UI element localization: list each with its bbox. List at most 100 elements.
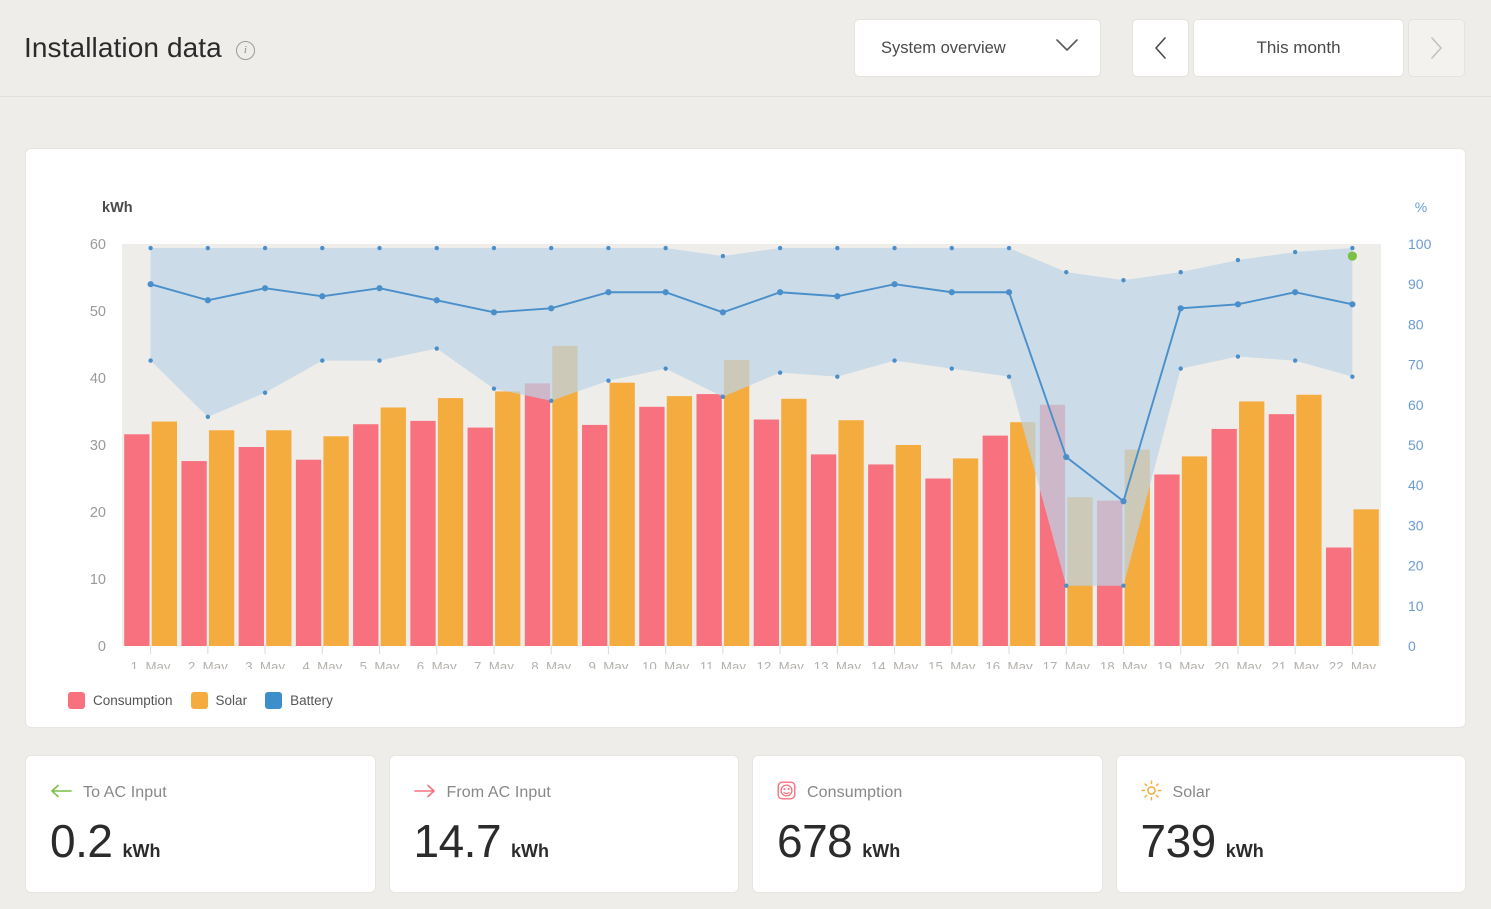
battery-avg-point (605, 289, 612, 296)
solar-bar (380, 407, 406, 646)
legend-item-solar[interactable]: Solar (190, 692, 248, 709)
x-axis-label: 1. May (131, 659, 171, 669)
next-period-button[interactable] (1408, 19, 1465, 77)
system-overview-select[interactable]: System overview (854, 19, 1101, 77)
x-axis-label: 14. May (871, 659, 919, 669)
battery-max-point (377, 245, 382, 251)
battery-min-point (1121, 583, 1126, 588)
battery-max-point (1121, 277, 1126, 283)
y2-axis-tick: 20 (1408, 558, 1424, 574)
previous-period-button[interactable] (1132, 19, 1189, 77)
battery-max-point (1235, 257, 1241, 263)
arrow-left-icon (51, 784, 72, 797)
battery-avg-point (662, 289, 669, 296)
y2-axis-tick: 100 (1408, 236, 1432, 252)
solar-bar (266, 430, 292, 646)
stat-card-value: 739 (1140, 815, 1217, 867)
x-axis-label: 15. May (928, 659, 976, 669)
solar-bar (952, 458, 979, 646)
battery-max-point (205, 245, 211, 251)
battery-avg-point (433, 297, 440, 304)
battery-avg-point (376, 285, 383, 292)
x-axis-label: 20. May (1214, 659, 1262, 669)
battery-max-point (663, 245, 668, 251)
y2-axis-tick: 10 (1408, 598, 1424, 614)
x-axis-label: 5. May (360, 659, 400, 669)
stat-card-value: 14.7 (413, 815, 502, 867)
consumption-bar (1325, 547, 1352, 646)
battery-avg-point (548, 305, 555, 312)
info-icon[interactable]: i (235, 40, 255, 60)
battery-max-point (835, 245, 840, 251)
battery-min-point (491, 386, 497, 391)
y2-axis-tick: 50 (1408, 437, 1424, 453)
battery-min-point (1178, 366, 1183, 371)
solar-bar (1296, 394, 1322, 646)
installation-chart[interactable]: kWh % 0 10 20 30 40 50 60 0 10 20 30 40 50 60 70 80 90 100 1… (26, 149, 1465, 669)
x-axis-label: 17. May (1043, 659, 1091, 669)
stat-card-from-ac-input[interactable]: From AC Input 14.7 kWh (388, 755, 739, 893)
x-axis-label: 12. May (756, 659, 804, 669)
y2-axis-tick: 30 (1408, 517, 1424, 533)
battery-max-point (777, 245, 783, 251)
chevron-down-icon (1056, 39, 1078, 57)
battery-min-point (1350, 374, 1355, 379)
period-navigator: This month (1132, 19, 1465, 77)
chart-legend: Consumption Solar Battery (68, 692, 333, 709)
stat-card-value-row: 0.2 kWh (50, 818, 375, 864)
x-axis-label: 19. May (1157, 659, 1205, 669)
y-axis-tick: 10 (90, 572, 106, 588)
legend-swatch-icon (265, 692, 283, 709)
battery-min-point (1006, 374, 1012, 379)
stat-card-header: Consumption (777, 781, 1102, 805)
consumption-bar (1211, 428, 1237, 646)
legend-swatch-icon (190, 692, 208, 709)
stat-card-solar[interactable]: Solar 739 kWh (1115, 755, 1466, 893)
battery-max-point (491, 245, 497, 251)
consumption-bar (982, 435, 1008, 646)
stat-card-label: To AC Input (83, 784, 167, 801)
battery-min-point (205, 414, 211, 420)
consumption-bar (410, 420, 436, 646)
current-battery-level-marker (1347, 251, 1357, 261)
y-axis-tick: 0 (98, 639, 106, 655)
arrow-left-icon (50, 784, 72, 803)
y2-axis-tick: 70 (1408, 357, 1424, 373)
battery-avg-point (1349, 301, 1356, 308)
solar-bar (895, 445, 921, 646)
solar-bar (838, 420, 864, 646)
stat-card-to-ac-input[interactable]: To AC Input 0.2 kWh (25, 755, 376, 893)
x-axis-label: 22. May (1329, 659, 1377, 669)
stat-card-value: 0.2 (50, 815, 113, 867)
x-axis-label: 3. May (245, 659, 285, 669)
battery-max-point (434, 245, 439, 251)
legend-swatch-icon (68, 692, 85, 709)
battery-max-point (262, 245, 268, 251)
arrow-right-icon (413, 784, 435, 797)
battery-max-point (1292, 249, 1298, 255)
battery-avg-point (204, 297, 211, 304)
battery-min-point (1064, 583, 1069, 588)
battery-max-point (949, 245, 954, 251)
x-axis-label: 7. May (474, 659, 514, 669)
y2-axis-tick: 80 (1408, 316, 1424, 332)
legend-item-battery[interactable]: Battery (265, 692, 333, 709)
consumption-bar (524, 383, 551, 646)
legend-label: Solar (215, 693, 248, 708)
chevron-left-icon (1155, 37, 1166, 59)
socket-icon (777, 781, 796, 805)
x-axis-label: 9. May (588, 659, 628, 669)
battery-max-point (1006, 245, 1012, 251)
period-label-button[interactable]: This month (1193, 19, 1404, 77)
y2-axis-tick: 60 (1408, 397, 1424, 413)
battery-avg-point (891, 281, 898, 288)
battery-avg-point (261, 285, 269, 292)
stat-card-value: 678 (777, 815, 853, 867)
legend-item-consumption[interactable]: Consumption (68, 692, 173, 709)
stat-card-header: Solar (1140, 780, 1466, 804)
x-axis-label: 18. May (1100, 659, 1148, 669)
stat-card-consumption[interactable]: Consumption 678 kWh (752, 755, 1103, 893)
battery-max-point (148, 245, 153, 251)
battery-max-point (606, 245, 611, 251)
stat-card-value-row: 14.7 kWh (414, 818, 739, 864)
